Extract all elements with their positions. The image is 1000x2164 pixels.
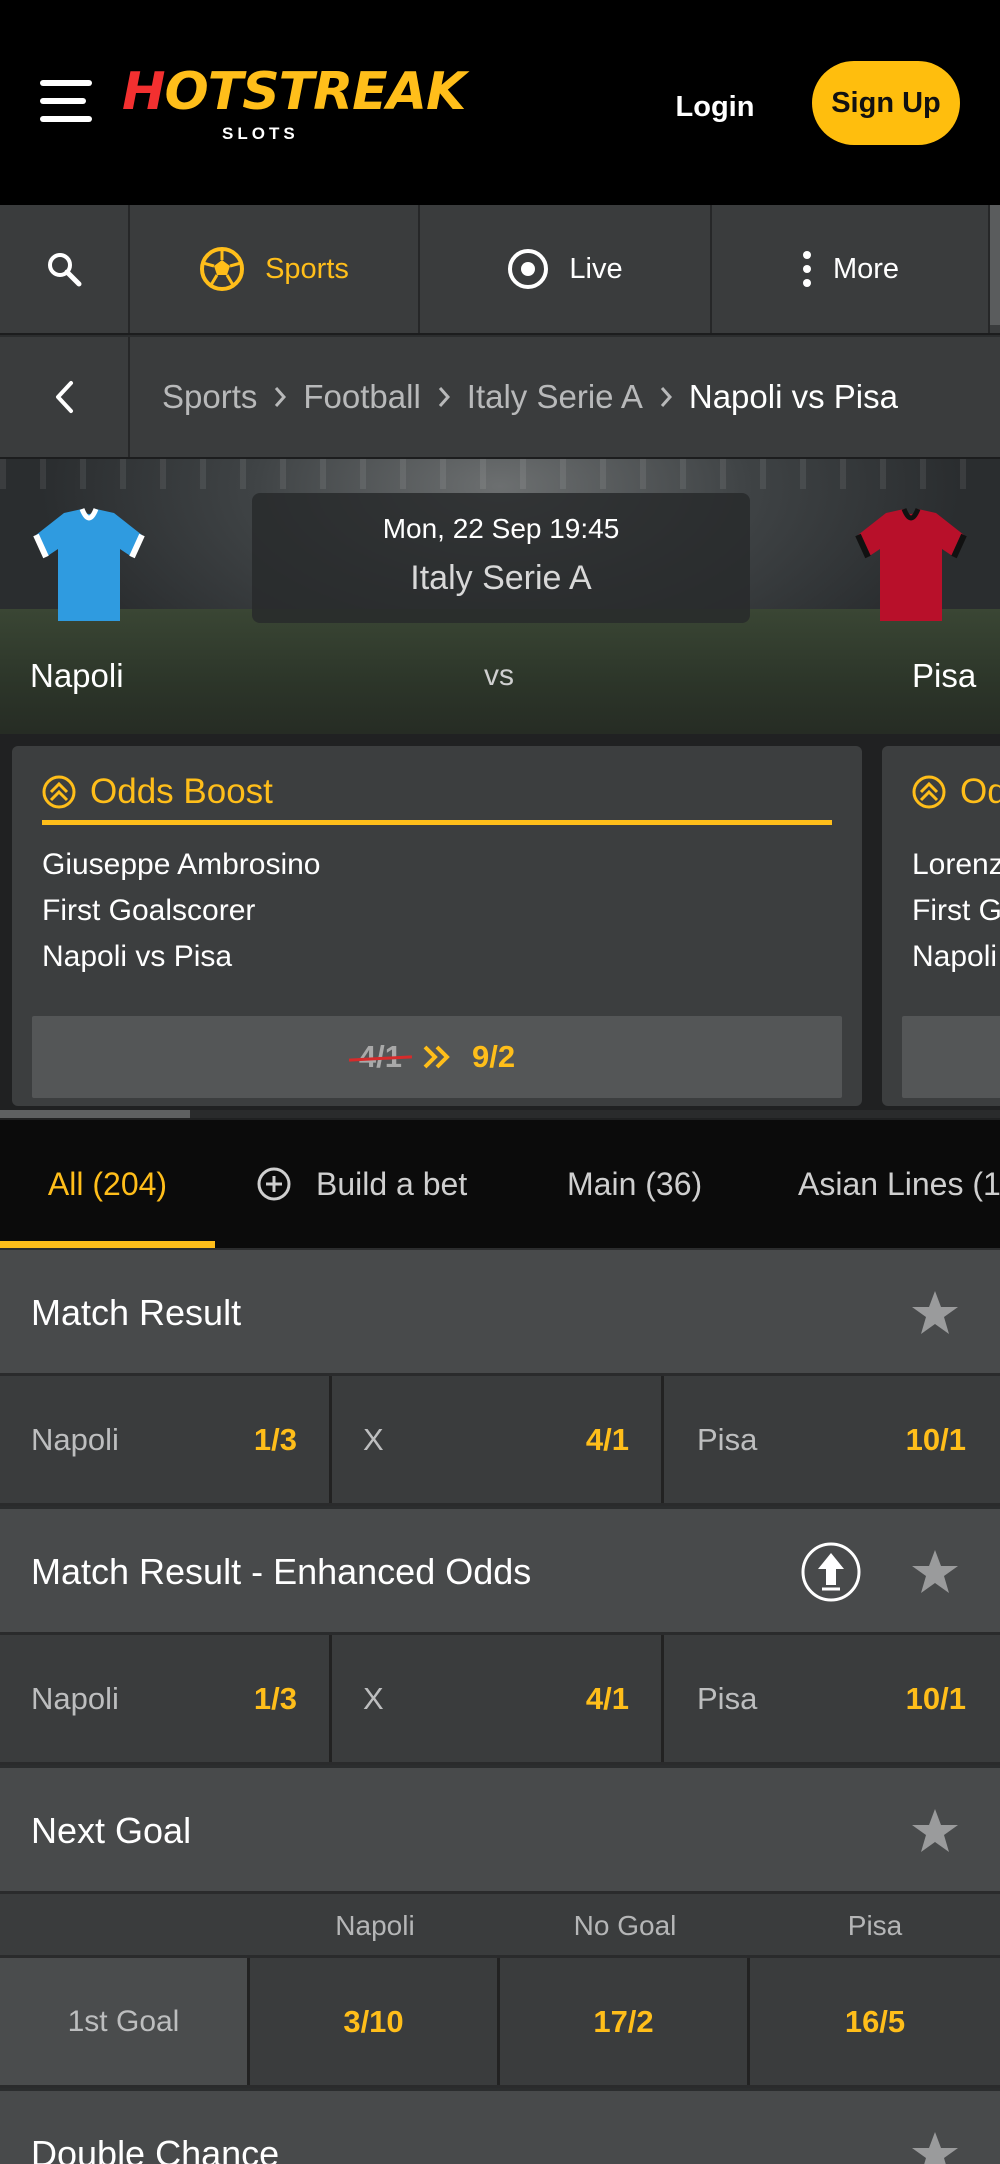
search-icon [48,253,82,287]
column-header: Napoli [335,1910,415,1941]
event-competition: Italy Serie A [410,559,592,597]
boost-odds-button[interactable] [902,1016,1000,1098]
selection-button[interactable]: 3/10 [250,1958,500,2085]
chevron-right-icon [273,385,287,409]
breadcrumb-competition[interactable]: Italy Serie A [467,378,643,416]
new-odds: 9/2 [472,1039,516,1074]
market-title: Match Result [31,1292,242,1333]
boost-title: Odds Boost [960,772,1000,811]
nav-label: Sports [265,252,349,285]
tab-asian-lines[interactable]: Asian Lines (1 [798,1120,1000,1248]
selection-button[interactable]: Pisa 10/1 [666,1635,998,1762]
nav-item-sports[interactable]: Sports [130,205,420,333]
odds-boost-card: Odds Boost Lorenz First G Napoli [882,746,1000,1106]
breadcrumb-current: Napoli vs Pisa [688,378,898,415]
football-icon [200,247,245,291]
market-header-match-result[interactable]: Match Result [0,1250,1000,1376]
chevron-right-icon [659,385,673,409]
boost-title: Odds Boost [90,772,273,811]
logo-subtitle: SLOTS [222,124,299,143]
breadcrumb-football[interactable]: Football [303,378,420,416]
signup-button[interactable]: Sign Up [812,61,960,145]
odds-boost-card: Odds Boost Giuseppe Ambrosino First Goal… [12,746,862,1106]
market-title: Next Goal [31,1810,192,1851]
boost-description: Giuseppe Ambrosino First Goalscorer Napo… [42,848,321,973]
nav-item-more[interactable]: More [712,205,990,333]
sports-nav: Sports Live More [0,205,1000,335]
tab-main[interactable]: Main (36) [567,1120,702,1248]
enhanced-arrow-icon [801,1542,861,1602]
selection-row: Napoli 1/3 X 4/1 Pisa 10/1 [0,1376,1000,1506]
nav-label: Live [569,252,623,285]
breadcrumb: Sports Football Italy Serie A Napoli vs … [0,337,1000,459]
selection-button[interactable]: 16/5 [750,1958,1000,2085]
plus-circle-icon [257,1167,291,1201]
star-icon[interactable] [910,1806,960,1856]
market-header-enhanced-odds[interactable]: Match Result - Enhanced Odds [0,1509,1000,1635]
selection-button[interactable]: X 4/1 [332,1635,664,1762]
selection-button[interactable]: Pisa 10/1 [666,1376,998,1503]
tab-all[interactable]: All (204) [0,1120,215,1248]
event-info: Mon, 22 Sep 19:45 Italy Serie A [252,493,750,623]
odds-boost-carousel[interactable]: Odds Boost Giuseppe Ambrosino First Goal… [0,734,1000,1120]
boost-icon [912,775,946,809]
boost-icon [42,775,76,809]
market-title: Match Result - Enhanced Odds [31,1551,532,1592]
away-jersey-icon [855,508,967,621]
away-team-name: Pisa [912,657,977,694]
star-icon[interactable] [910,2129,960,2164]
back-button[interactable] [0,337,130,457]
breadcrumb-sports[interactable]: Sports [162,378,257,416]
home-jersey-icon [33,508,145,621]
boost-description: Lorenz First G Napoli [912,848,1000,973]
star-icon[interactable] [910,1547,960,1597]
event-datetime: Mon, 22 Sep 19:45 [382,513,620,544]
column-header: No Goal [573,1910,677,1941]
selection-button[interactable]: Napoli 1/3 [0,1376,332,1503]
selection-row: Napoli 1/3 X 4/1 Pisa 10/1 [0,1635,1000,1765]
live-icon [508,249,549,289]
more-vertical-icon [802,251,811,287]
selection-button[interactable]: 17/2 [500,1958,750,2085]
market-header-next-goal[interactable]: Next Goal [0,1768,1000,1894]
event-hero: Mon, 22 Sep 19:45 Italy Serie A Napoli v… [0,459,1000,734]
nav-label: More [832,252,900,285]
selection-button[interactable]: X 4/1 [332,1376,664,1503]
next-goal-row: 1st Goal 3/10 17/2 16/5 [0,1958,1000,2088]
login-button[interactable]: Login [660,80,770,134]
chevron-left-icon [56,381,73,413]
nav-item-live[interactable]: Live [420,205,712,333]
market-tabs: All (204) Build a bet Main (36) Asian Li… [0,1120,1000,1250]
market-title: Double Chance [31,2133,280,2164]
hotstreak-logo[interactable]: HOTSTREAK SLOTS [122,62,466,152]
tab-build-a-bet[interactable]: Build a bet [256,1120,467,1248]
versus-label: vs [484,659,514,692]
selection-button[interactable]: Napoli 1/3 [0,1635,332,1762]
top-bar: HOTSTREAK SLOTS Login Sign Up [0,0,1000,205]
home-team-name: Napoli [30,657,124,694]
old-odds: 4/1 [358,1039,402,1074]
search-button[interactable] [0,205,130,333]
market-header-double-chance[interactable]: Double Chance [0,2091,1000,2164]
star-icon[interactable] [910,1288,960,1338]
boost-odds-button[interactable]: 4/1 9/2 [32,1016,842,1098]
row-label: 1st Goal [0,1958,250,2085]
double-chevron-right-icon [423,1045,450,1069]
menu-icon[interactable] [40,80,92,122]
chevron-right-icon [437,385,451,409]
next-goal-column-headers: Napoli No Goal Pisa [0,1894,1000,1958]
stadium-lights [0,459,1000,489]
carousel-scrollbar[interactable] [0,1110,1000,1118]
nav-scrollbar[interactable] [990,205,1000,325]
column-header: Pisa [847,1910,903,1941]
